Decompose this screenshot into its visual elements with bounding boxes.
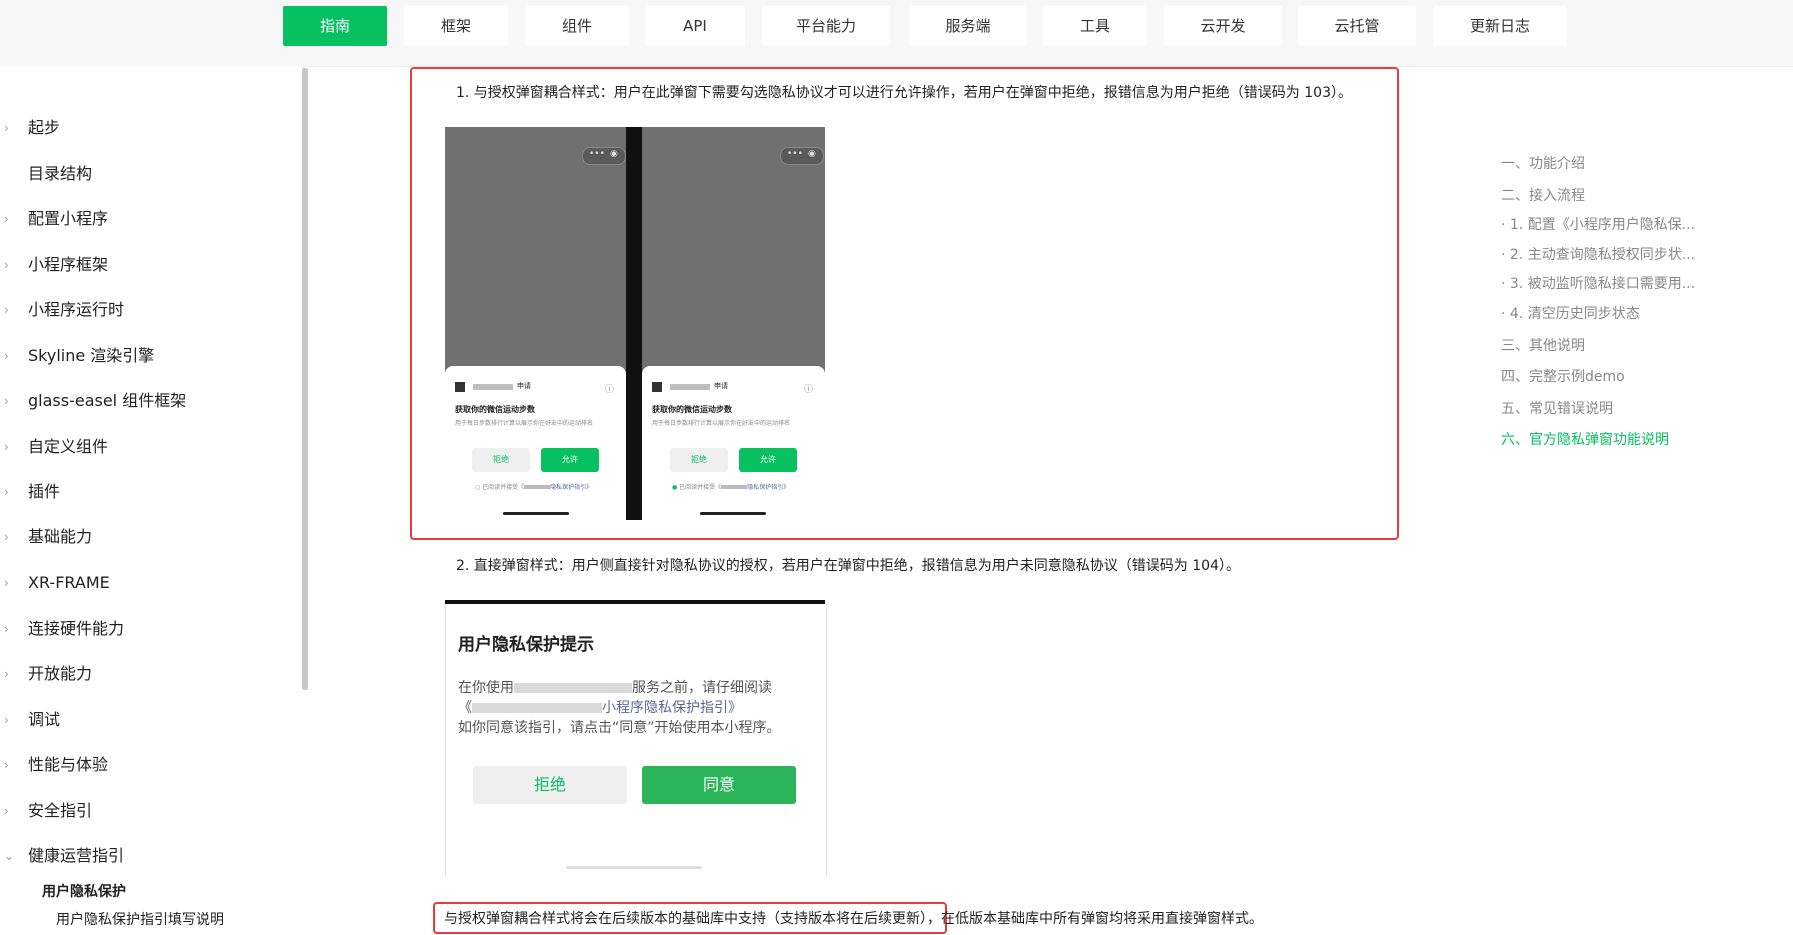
tab-components[interactable]: 组件 <box>525 6 629 46</box>
sidebar-item-getting-started[interactable]: › 起步 <box>0 116 290 140</box>
chevron-down-icon: ⌄ <box>4 849 15 863</box>
tab-cloud-dev[interactable]: 云开发 <box>1164 6 1282 46</box>
chevron-right-icon: › <box>4 212 9 226</box>
paragraph-note: 与授权弹窗耦合样式将会在后续版本的基础库中支持（支持版本将在后续更新），在低版本… <box>444 911 1263 927</box>
paragraph-direct-style: 2. 直接弹窗样式：用户侧直接针对隐私协议的授权，若用户在弹窗中拒绝，报错信息为… <box>456 558 1240 574</box>
agreement-checkbox-checked[interactable]: ● 已阅读并接受《 隐私保护指引》 <box>672 482 789 491</box>
chevron-right-icon: › <box>4 713 9 727</box>
chevron-right-icon: › <box>4 576 9 590</box>
sidebar-scrollbar[interactable] <box>302 68 308 690</box>
phone-mock-unchecked: ••• ◉ 申请 ⓘ 获取你的微信运动步数 用于每日步数排行计算以展示你在好友中的… <box>445 127 626 520</box>
tab-tools[interactable]: 工具 <box>1043 6 1147 46</box>
toc-item[interactable]: · 4. 清空历史同步状态 <box>1501 303 1640 323</box>
toc-item-active[interactable]: 六、官方隐私弹窗功能说明 <box>1501 429 1669 449</box>
chevron-right-icon: › <box>4 303 9 317</box>
chevron-right-icon: › <box>4 258 9 272</box>
phone-mock-checked: ••• ◉ 申请 ⓘ 获取你的微信运动步数 用于每日步数排行计算以展示你在好友中的… <box>642 127 825 520</box>
tab-platform[interactable]: 平台能力 <box>762 6 890 46</box>
sidebar-item-open[interactable]: › 开放能力 <box>0 662 290 686</box>
chevron-right-icon: › <box>4 349 9 363</box>
sidebar-item-config[interactable]: › 配置小程序 <box>0 207 290 231</box>
capsule-menu-icon: ••• ◉ <box>582 147 626 165</box>
agreement-checkbox[interactable]: ○ 已阅读并接受《 隐私保护指引》 <box>475 482 592 491</box>
chevron-right-icon: › <box>4 121 9 135</box>
sidebar-item-custom-components[interactable]: › 自定义组件 <box>0 435 290 459</box>
tab-guide[interactable]: 指南 <box>283 6 387 46</box>
sidebar-item-directory[interactable]: 目录结构 <box>0 162 290 186</box>
tab-cloud-hosting[interactable]: 云托管 <box>1298 6 1416 46</box>
dialog-title: 用户隐私保护提示 <box>458 635 594 655</box>
info-icon: ⓘ <box>605 385 615 395</box>
allow-button[interactable]: 允许 <box>541 448 599 472</box>
tab-changelog[interactable]: 更新日志 <box>1433 6 1567 46</box>
app-icon <box>455 382 465 392</box>
chevron-right-icon: › <box>4 804 9 818</box>
sidebar-item-plugins[interactable]: › 插件 <box>0 480 290 504</box>
reject-button[interactable]: 拒绝 <box>472 448 530 472</box>
privacy-guide-link[interactable]: 小程序隐私保护指引》 <box>602 700 742 716</box>
app-icon <box>652 382 662 392</box>
auth-sheet: 申请 ⓘ 获取你的微信运动步数 用于每日步数排行计算以展示你在好友中的运动排名 … <box>445 366 626 520</box>
allow-button[interactable]: 允许 <box>739 448 797 472</box>
sidebar-item-privacy-guide[interactable]: 用户隐私保护指引填写说明 <box>56 909 224 929</box>
info-icon: ⓘ <box>804 385 814 395</box>
toc-item[interactable]: 三、其他说明 <box>1501 335 1585 355</box>
sidebar-item-basic[interactable]: › 基础能力 <box>0 525 290 549</box>
toc-item[interactable]: 二、接入流程 <box>1501 185 1585 205</box>
chevron-right-icon: › <box>4 485 9 499</box>
toc-item[interactable]: 一、功能介绍 <box>1501 153 1585 173</box>
sidebar-item-performance[interactable]: › 性能与体验 <box>0 753 290 777</box>
top-nav: 指南 框架 组件 API 平台能力 服务端 工具 云开发 云托管 更新日志 <box>0 0 1793 67</box>
sidebar-item-security[interactable]: › 安全指引 <box>0 799 290 823</box>
sidebar-item-glass-easel[interactable]: › glass-easel 组件框架 <box>0 389 290 413</box>
chevron-right-icon: › <box>4 758 9 772</box>
tab-api[interactable]: API <box>645 6 745 46</box>
sidebar-item-operations[interactable]: ⌄ 健康运营指引 <box>0 844 290 868</box>
sidebar-item-runtime[interactable]: › 小程序运行时 <box>0 298 290 322</box>
tab-framework[interactable]: 框架 <box>404 6 508 46</box>
sidebar-item-framework[interactable]: › 小程序框架 <box>0 253 290 277</box>
chevron-right-icon: › <box>4 667 9 681</box>
chevron-right-icon: › <box>4 440 9 454</box>
sidebar-item-skyline[interactable]: › Skyline 渲染引擎 <box>0 344 290 368</box>
chevron-right-icon: › <box>4 394 9 408</box>
sidebar-item-hardware[interactable]: › 连接硬件能力 <box>0 617 290 641</box>
chevron-right-icon: › <box>4 530 9 544</box>
sidebar-subsection-privacy[interactable]: 用户隐私保护 <box>42 881 126 901</box>
auth-sheet: 申请 ⓘ 获取你的微信运动步数 用于每日步数排行计算以展示你在好友中的运动排名 … <box>642 366 825 520</box>
tab-server[interactable]: 服务端 <box>909 6 1027 46</box>
dialog-agree-button[interactable]: 同意 <box>642 766 796 804</box>
toc-item[interactable]: 五、常见错误说明 <box>1501 398 1613 418</box>
sidebar: › 起步 目录结构 › 配置小程序 › 小程序框架 › 小程序运行时 › Skyline … <box>0 66 302 935</box>
dialog-reject-button[interactable]: 拒绝 <box>473 766 627 804</box>
capsule-menu-icon: ••• ◉ <box>780 147 824 165</box>
toc-item[interactable]: · 3. 被动监听隐私接口需要用... <box>1501 273 1695 293</box>
toc-item[interactable]: 四、完整示例demo <box>1501 366 1625 386</box>
toc-item[interactable]: · 1. 配置《小程序用户隐私保... <box>1501 214 1695 234</box>
toc-item[interactable]: · 2. 主动查询隐私授权同步状... <box>1501 244 1695 264</box>
privacy-dialog-mock: 用户隐私保护提示 在你使用 服务之前，请仔细阅读 《小程序隐私保护指引》 如你同意… <box>445 604 827 876</box>
reject-button[interactable]: 拒绝 <box>670 448 728 472</box>
sidebar-item-debug[interactable]: › 调试 <box>0 708 290 732</box>
sidebar-item-xr-frame[interactable]: › XR-FRAME <box>0 571 290 595</box>
paragraph-coupled-style: 1. 与授权弹窗耦合样式：用户在此弹窗下需要勾选隐私协议才可以进行允许操作，若用… <box>456 85 1352 101</box>
chevron-right-icon: › <box>4 622 9 636</box>
